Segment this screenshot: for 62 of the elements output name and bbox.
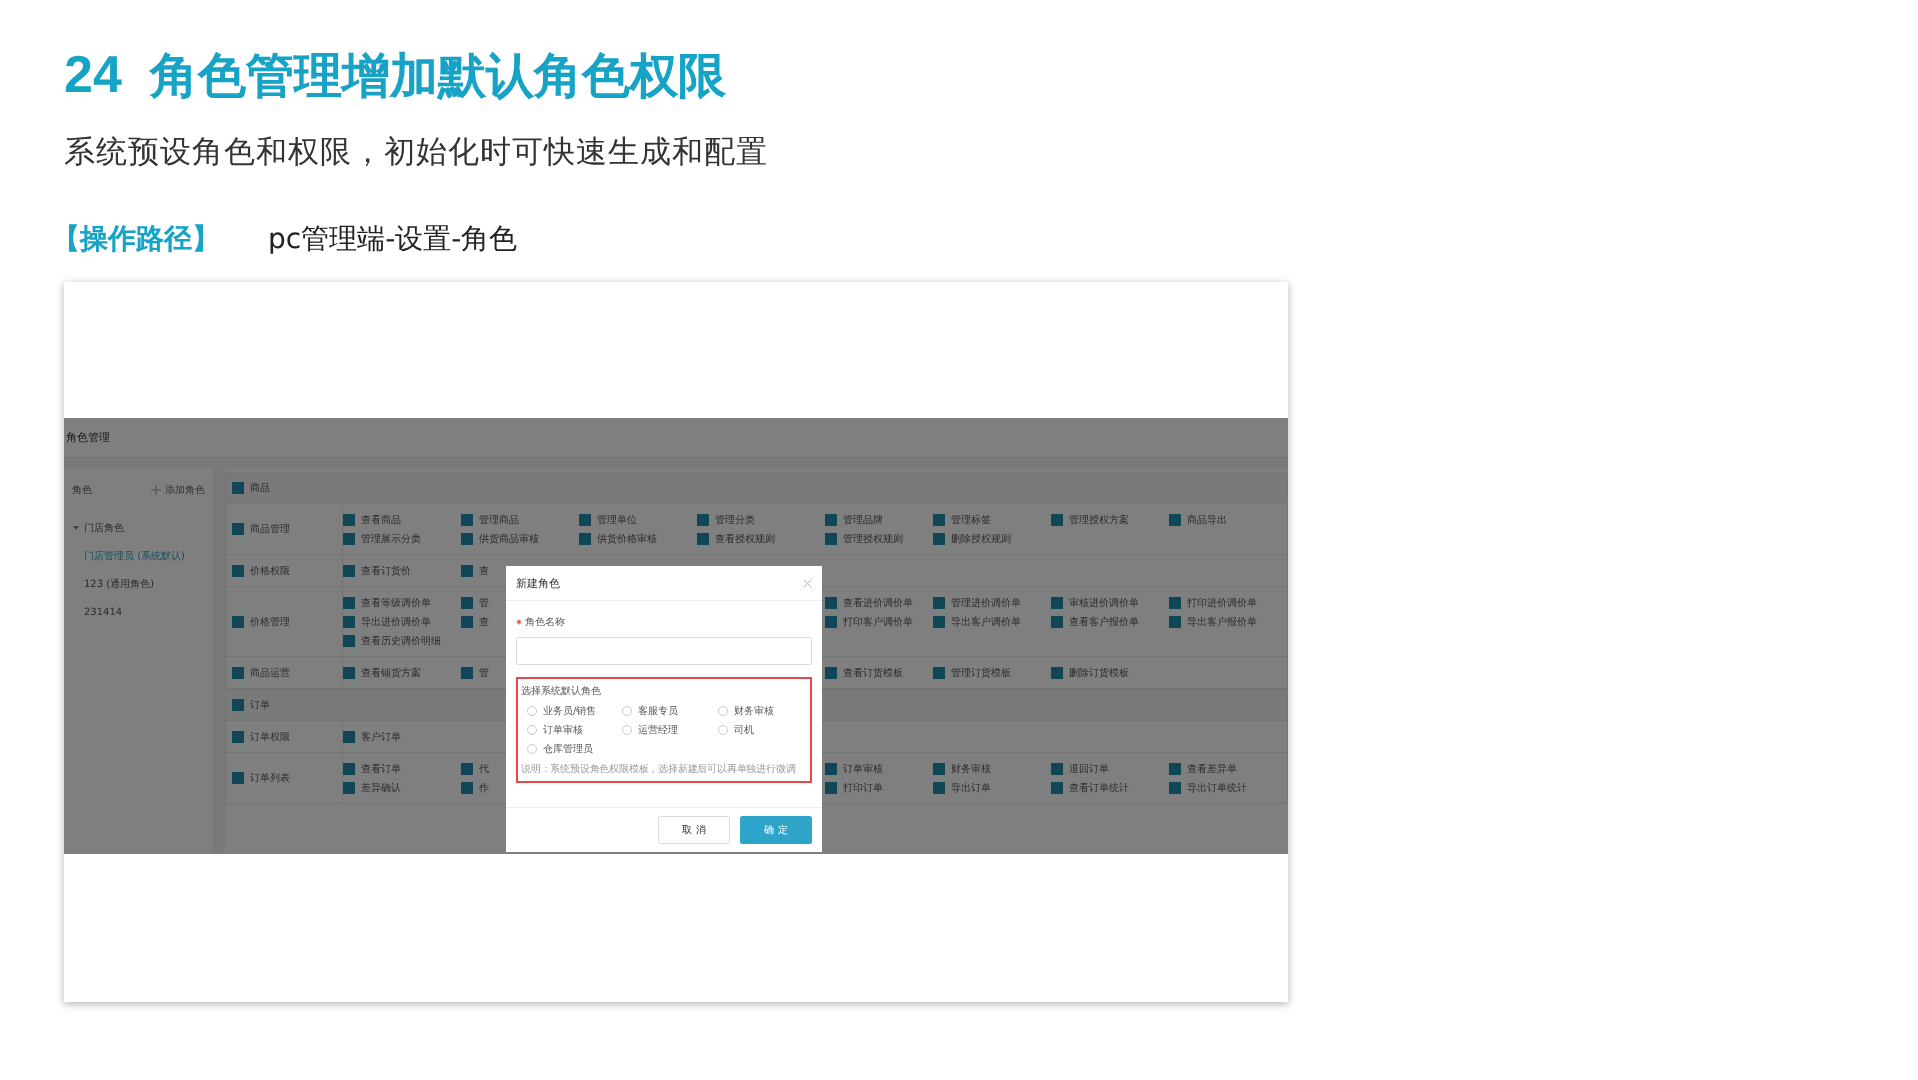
checkbox[interactable]: [1169, 596, 1181, 609]
checkbox[interactable]: [232, 730, 244, 743]
checkbox[interactable]: [461, 513, 473, 526]
checkbox[interactable]: [933, 513, 945, 526]
checkbox[interactable]: [461, 532, 473, 545]
checkbox[interactable]: [232, 564, 244, 577]
path-text: pc管理端-设置-角色: [268, 222, 518, 258]
checkbox[interactable]: [1169, 781, 1181, 794]
checkbox[interactable]: [1051, 596, 1063, 609]
checkbox[interactable]: [825, 762, 837, 775]
checkbox[interactable]: [343, 634, 355, 647]
checkbox[interactable]: [933, 666, 945, 679]
checkbox[interactable]: [1169, 762, 1181, 775]
checkbox[interactable]: [697, 532, 709, 545]
checkbox[interactable]: [232, 666, 244, 679]
checkbox[interactable]: [232, 523, 244, 535]
checkbox[interactable]: [825, 596, 837, 609]
checkbox[interactable]: [232, 482, 244, 494]
slide-title: 角色管理增加默认角色权限: [149, 46, 726, 108]
checkbox[interactable]: [579, 513, 591, 526]
checkbox[interactable]: [343, 596, 355, 609]
checkbox[interactable]: [825, 532, 837, 545]
checkbox[interactable]: [933, 532, 945, 545]
checkbox[interactable]: [343, 513, 355, 526]
checkbox[interactable]: [461, 781, 473, 794]
checkbox[interactable]: [343, 730, 355, 743]
checkbox[interactable]: [1051, 762, 1063, 775]
checkbox[interactable]: [933, 615, 945, 628]
checkbox[interactable]: [1051, 513, 1063, 526]
checkbox[interactable]: [232, 699, 244, 711]
checkbox[interactable]: [343, 532, 355, 545]
checkbox[interactable]: [232, 772, 244, 784]
checkbox[interactable]: [343, 666, 355, 679]
checkbox[interactable]: [343, 762, 355, 775]
slide-subtitle: 系统预设角色和权限，初始化时可快速生成和配置: [64, 132, 770, 174]
checkbox[interactable]: [825, 615, 837, 628]
checkbox[interactable]: [343, 564, 355, 577]
checkbox[interactable]: [697, 513, 709, 526]
checkbox[interactable]: [825, 666, 837, 679]
checkbox[interactable]: [1169, 615, 1181, 628]
checkbox[interactable]: [461, 615, 473, 628]
checkbox[interactable]: [933, 762, 945, 775]
slide-number: 24: [64, 44, 122, 106]
checkbox[interactable]: [461, 762, 473, 775]
checkbox[interactable]: [1051, 615, 1063, 628]
role-name-field[interactable]: [516, 637, 812, 665]
checkbox[interactable]: [461, 596, 473, 609]
checkbox[interactable]: [1051, 781, 1063, 794]
checkbox[interactable]: [825, 513, 837, 526]
checkbox[interactable]: [933, 596, 945, 609]
checkbox[interactable]: [579, 532, 591, 545]
checkbox[interactable]: [232, 615, 244, 628]
checkbox[interactable]: [1169, 513, 1181, 526]
checkbox[interactable]: [461, 666, 473, 679]
checkbox[interactable]: [461, 564, 473, 577]
checkbox[interactable]: [1051, 666, 1063, 679]
checkbox[interactable]: [343, 615, 355, 628]
caret-icon: [72, 524, 80, 532]
checkbox[interactable]: [933, 781, 945, 794]
checkbox[interactable]: [343, 781, 355, 794]
path-label: 【操作路径】: [52, 222, 222, 258]
checkbox[interactable]: [825, 781, 837, 794]
